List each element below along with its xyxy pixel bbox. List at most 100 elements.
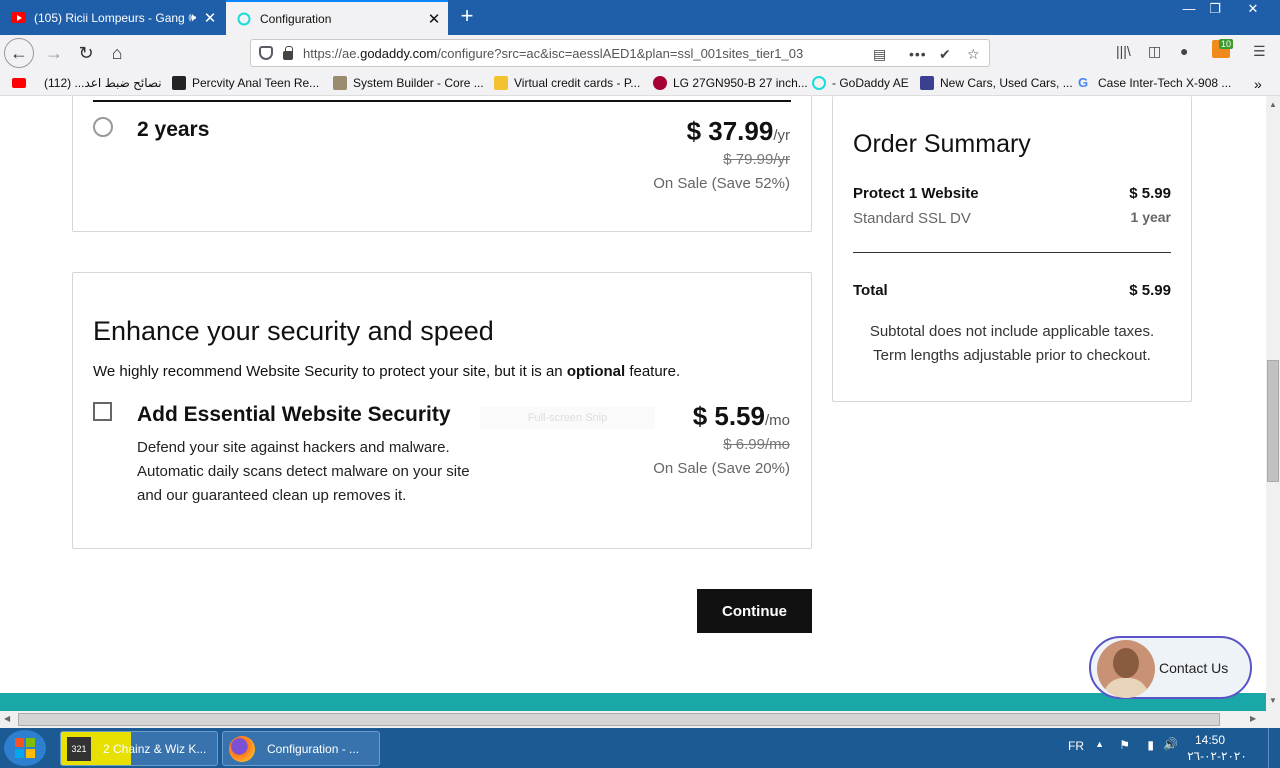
tab-title: Configuration (260, 11, 332, 26)
vertical-scroll-thumb[interactable] (1267, 360, 1279, 482)
security-option-label[interactable]: Add Essential Website Security (137, 403, 451, 427)
close-tab-icon[interactable]: ✕ (200, 9, 220, 27)
selected-divider (93, 100, 791, 102)
contact-us-label: Contact Us (1159, 659, 1229, 676)
bookmark-item[interactable]: Virtual credit cards - P... (494, 76, 640, 90)
term-label: 2 years (137, 118, 210, 141)
scroll-up-icon[interactable]: ▲ (1269, 100, 1277, 109)
language-indicator[interactable]: FR (1068, 739, 1084, 753)
box-icon (333, 76, 347, 90)
contact-us-button[interactable]: Contact Us (1089, 636, 1252, 699)
footer-band (0, 693, 1266, 711)
scroll-down-icon[interactable]: ▼ (1269, 696, 1277, 705)
page-actions-icon[interactable]: ••• (909, 46, 927, 62)
tracking-shield-icon[interactable] (259, 46, 273, 60)
security-sale-text: On Sale (Save 20%) (653, 460, 790, 477)
term-sale-text: On Sale (Save 52%) (653, 175, 790, 192)
security-checkbox[interactable] (93, 402, 112, 421)
page-content: 2 years $ 37.99/yr $ 79.99/yr On Sale (S… (0, 96, 1266, 711)
youtube-icon (12, 78, 26, 88)
reader-view-icon[interactable]: ▤ (873, 46, 886, 63)
term-radio[interactable] (93, 117, 113, 137)
youtube-icon (10, 10, 26, 26)
godaddy-icon (236, 11, 252, 27)
taskbar-item-firefox[interactable]: Configuration - ... (222, 731, 380, 766)
security-desc-line: Automatic daily scans detect malware on … (137, 463, 470, 480)
tab-strip: (105) Ricii Lompeurs - Gang 🕪 ✕ Configur… (0, 0, 1280, 35)
address-bar[interactable]: https://ae.godaddy.com/configure?src=ac&… (250, 39, 990, 67)
firefox-icon (229, 735, 255, 762)
summary-item-product: Standard SSL DV (853, 210, 971, 227)
media-player-icon: 321 (67, 736, 91, 761)
summary-item-price: $ 5.99 (1129, 185, 1171, 202)
menu-icon[interactable]: ☰ (1253, 43, 1266, 60)
taskbar-item-media[interactable]: 321 2 Chainz & Wiz K... (60, 731, 218, 766)
action-center-flag-icon[interactable]: ⚑ (1119, 738, 1130, 752)
restore-button[interactable]: ❐ (1200, 0, 1230, 18)
clock-time[interactable]: 14:50 (1180, 733, 1240, 747)
summary-divider (853, 252, 1171, 253)
car-icon (920, 76, 934, 90)
godaddy-icon (812, 76, 826, 90)
google-icon: G (1078, 75, 1089, 90)
security-desc-line: and our guaranteed clean up removes it. (137, 487, 407, 504)
scroll-left-icon[interactable]: ◀ (4, 714, 10, 723)
forward-button[interactable]: → (40, 39, 68, 67)
order-summary-title: Order Summary (853, 130, 1031, 158)
back-button[interactable]: ← (4, 38, 34, 68)
new-tab-button[interactable]: + (456, 3, 478, 29)
account-icon[interactable]: ● (1180, 43, 1188, 59)
bookmark-item[interactable]: Percvity Anal Teen Re... (172, 76, 319, 90)
windows-taskbar: 321 2 Chainz & Wiz K... Configuration - … (0, 728, 1280, 768)
pocket-icon[interactable]: ✔ (939, 46, 951, 63)
lg-icon (653, 76, 667, 90)
network-icon[interactable]: ▮ (1147, 738, 1154, 752)
volume-icon[interactable]: 🔊 (1163, 737, 1178, 751)
continue-button[interactable]: Continue (697, 589, 812, 633)
summary-item-name: Protect 1 Website (853, 185, 979, 202)
more-bookmarks-icon[interactable]: » (1254, 76, 1262, 92)
security-description: We highly recommend Website Security to … (93, 363, 681, 380)
security-price: $ 5.59/mo (692, 401, 790, 431)
bookmark-star-icon[interactable]: ☆ (967, 46, 980, 63)
term-original-price: $ 79.99/yr (723, 151, 790, 168)
tab-configuration[interactable]: Configuration ✕ (226, 0, 448, 35)
tab-youtube[interactable]: (105) Ricii Lompeurs - Gang 🕪 ✕ (0, 0, 224, 35)
tab-title: (105) Ricii Lompeurs - Gang (34, 10, 185, 25)
start-button[interactable] (4, 730, 46, 766)
speaker-icon[interactable]: 🕪 (188, 10, 196, 25)
summary-note: Subtotal does not include applicable tax… (869, 323, 1155, 340)
close-window-button[interactable]: ✕ (1238, 0, 1268, 18)
term-price: $ 37.99/yr (686, 116, 790, 146)
yp-icon (172, 76, 186, 90)
agent-avatar (1097, 640, 1155, 698)
card-icon (494, 76, 508, 90)
security-original-price: $ 6.99/mo (723, 436, 790, 453)
horizontal-scroll-thumb[interactable] (18, 713, 1220, 726)
bookmark-item[interactable]: نصائح ضبط اعد... (112) (12, 76, 162, 90)
order-summary: Order Summary Protect 1 Website $ 5.99 S… (832, 96, 1192, 402)
summary-note: Term lengths adjustable prior to checkou… (873, 347, 1151, 364)
library-icon[interactable]: |||\ (1116, 43, 1131, 59)
close-tab-icon[interactable]: ✕ (424, 10, 444, 28)
navigation-toolbar: ← → ↻ ⌂ https://ae.godaddy.com/configure… (0, 35, 1280, 71)
show-desktop-button[interactable] (1268, 728, 1280, 768)
lock-icon[interactable] (283, 45, 293, 60)
reload-button[interactable]: ↻ (72, 39, 100, 67)
summary-item-term: 1 year (1130, 209, 1171, 225)
bookmark-item[interactable]: LG 27GN950-B 27 inch... (653, 76, 808, 90)
bookmark-item[interactable]: System Builder - Core ... (333, 76, 484, 90)
windows-logo-icon (15, 738, 35, 758)
url-text[interactable]: https://ae.godaddy.com/configure?src=ac&… (303, 46, 823, 61)
security-desc-line: Defend your site against hackers and mal… (137, 439, 450, 456)
bookmark-item[interactable]: New Cars, Used Cars, ... (920, 76, 1073, 90)
bookmark-item[interactable]: G Case Inter-Tech X-908 ... (1078, 75, 1231, 91)
summary-total-value: $ 5.99 (1129, 282, 1171, 299)
sidebar-icon[interactable]: ◫ (1148, 43, 1161, 60)
scroll-right-icon[interactable]: ▶ (1250, 714, 1256, 723)
bookmarks-toolbar: نصائح ضبط اعد... (112) Percvity Anal Tee… (0, 71, 1280, 96)
bookmark-item[interactable]: - GoDaddy AE (812, 76, 909, 90)
show-hidden-icons-icon[interactable]: ▲ (1095, 739, 1104, 749)
home-button[interactable]: ⌂ (103, 39, 131, 67)
clock-date[interactable]: ٢٠٢٠-٠٢-٢٦ (1180, 749, 1254, 763)
